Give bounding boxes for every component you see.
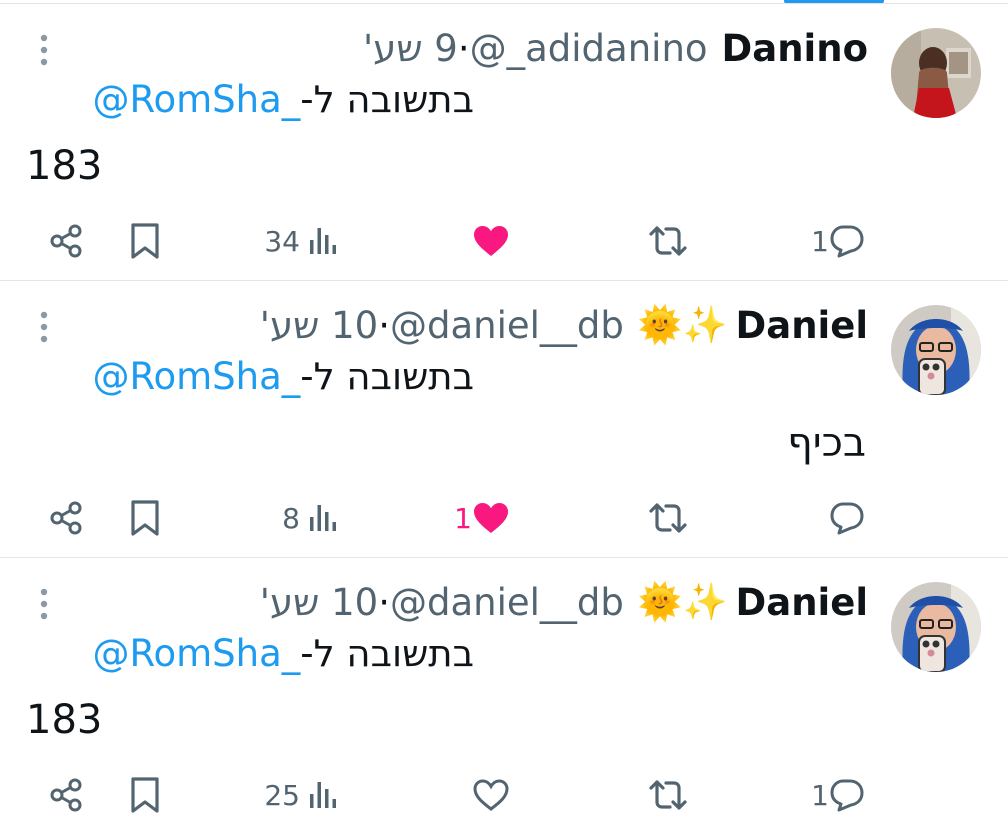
reply-mention-link[interactable]: @RomSha_: [92, 355, 300, 398]
bookmark-icon: [129, 499, 161, 537]
reply-icon: [829, 501, 865, 535]
views-icon: [308, 226, 338, 256]
views-count: 8: [282, 501, 300, 535]
views-count: 25: [264, 778, 300, 812]
retweet-button[interactable]: [648, 773, 688, 817]
name-emoji: 🌞✨: [637, 305, 728, 346]
tweet-header: Danino @_adidanino · 9 שע': [353, 23, 868, 73]
share-button[interactable]: [48, 219, 84, 263]
reply-mention-link[interactable]: @RomSha_: [92, 78, 300, 121]
more-options-icon[interactable]: [34, 30, 54, 70]
tweet-text: 183: [26, 697, 103, 743]
replying-to: בתשובה ל-@RomSha_: [92, 78, 474, 121]
share-icon: [48, 777, 84, 813]
views-button[interactable]: 34: [264, 219, 338, 263]
like-button[interactable]: [472, 773, 510, 817]
retweet-icon: [648, 778, 688, 812]
avatar[interactable]: [891, 28, 981, 118]
tweet-header: Daniel 🌞✨ @daniel__db · 10 שע': [250, 300, 868, 350]
tweet-2[interactable]: Daniel 🌞✨ @daniel__db · 10 שע' בתשובה ל-@RomS…: [0, 280, 1008, 556]
more-options-icon[interactable]: [34, 307, 54, 347]
like-count: 1: [454, 501, 472, 535]
avatar[interactable]: [891, 305, 981, 395]
reply-button[interactable]: 1: [811, 773, 865, 817]
tweet-text: 183: [26, 143, 103, 189]
share-button[interactable]: [48, 773, 84, 817]
display-name[interactable]: Daniel: [736, 581, 868, 624]
timestamp[interactable]: 10 שע': [260, 304, 378, 347]
reply-prefix: בתשובה ל-: [300, 632, 474, 675]
timestamp[interactable]: 10 שע': [260, 581, 378, 624]
dot-separator: ·: [457, 26, 470, 70]
avatar[interactable]: [891, 582, 981, 672]
user-handle[interactable]: @_adidanino: [470, 27, 708, 70]
more-options-icon[interactable]: [34, 584, 54, 624]
like-button[interactable]: 1: [454, 496, 510, 540]
reply-prefix: בתשובה ל-: [300, 355, 474, 398]
display-name[interactable]: Danino: [722, 27, 868, 70]
user-handle[interactable]: @daniel__db: [390, 304, 624, 347]
share-icon: [48, 223, 84, 259]
views-icon: [308, 503, 338, 533]
reply-icon: [829, 778, 865, 812]
retweet-icon: [648, 224, 688, 258]
dot-separator: ·: [378, 303, 390, 347]
reply-icon: [829, 224, 865, 258]
reply-button[interactable]: [829, 496, 865, 540]
retweet-icon: [648, 501, 688, 535]
bookmark-button[interactable]: [129, 773, 161, 817]
tweet-actions: 25 1: [0, 755, 1008, 835]
reply-mention-link[interactable]: @RomSha_: [92, 632, 300, 675]
reply-count: 1: [811, 778, 829, 812]
views-button[interactable]: 25: [264, 773, 338, 817]
heart-filled-icon: [472, 501, 510, 535]
replying-to: בתשובה ל-@RomSha_: [92, 355, 474, 398]
views-count: 34: [264, 224, 300, 258]
share-button[interactable]: [48, 496, 84, 540]
tweet-actions: 81: [0, 478, 1008, 558]
tweet-text: בכיף: [787, 420, 866, 466]
user-handle[interactable]: @daniel__db: [390, 581, 624, 624]
bookmark-icon: [129, 222, 161, 260]
tweet-3[interactable]: Daniel 🌞✨ @daniel__db · 10 שע' בתשובה ל-@RomS…: [0, 557, 1008, 833]
bookmark-button[interactable]: [129, 219, 161, 263]
retweet-button[interactable]: [648, 219, 688, 263]
reply-count: 1: [811, 224, 829, 258]
tweet-header: Daniel 🌞✨ @daniel__db · 10 שע': [250, 577, 868, 627]
reply-prefix: בתשובה ל-: [300, 78, 474, 121]
replying-to: בתשובה ל-@RomSha_: [92, 632, 474, 675]
views-icon: [308, 780, 338, 810]
like-button[interactable]: [472, 219, 510, 263]
heart-icon: [472, 778, 510, 812]
reply-button[interactable]: 1: [811, 219, 865, 263]
name-emoji: 🌞✨: [637, 582, 728, 623]
display-name[interactable]: Daniel: [736, 304, 868, 347]
timestamp[interactable]: 9 שע': [363, 27, 458, 70]
retweet-button[interactable]: [648, 496, 688, 540]
bookmark-icon: [129, 776, 161, 814]
bookmark-button[interactable]: [129, 496, 161, 540]
heart-filled-icon: [472, 224, 510, 258]
tweet-1[interactable]: Danino @_adidanino · 9 שע' בתשובה ל-@RomSha_…: [0, 3, 1008, 279]
dot-separator: ·: [378, 580, 390, 624]
share-icon: [48, 500, 84, 536]
tweet-actions: 34 1: [0, 201, 1008, 281]
views-button[interactable]: 8: [282, 496, 338, 540]
